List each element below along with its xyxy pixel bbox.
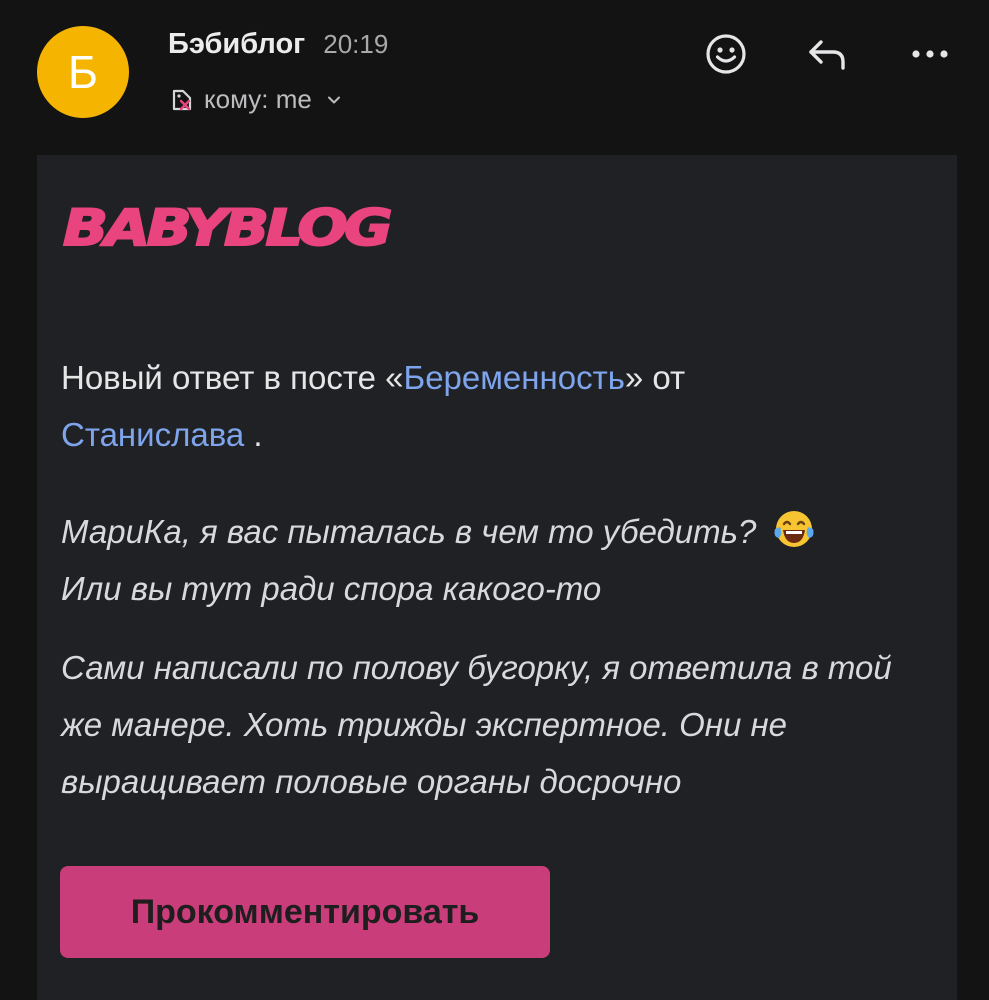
quote-line-1: МариКа, я вас пыталась в чем то убедить? [61, 513, 757, 550]
more-icon[interactable] [908, 32, 952, 76]
reply-quote-paragraph-1: МариКа, я вас пыталась в чем то убедить?… [61, 503, 931, 617]
notice-prefix: Новый ответ в посте « [61, 359, 404, 396]
reply-quote-paragraph-2: Сами написали по полову бугорку, я ответ… [61, 649, 892, 800]
sender-row: Бэбиблог 20:19 [168, 28, 388, 61]
email-view: Б Бэбиблог 20:19 кому: me BABYBLOG Новый… [0, 0, 989, 1000]
recipient-details-toggle[interactable]: кому: me [170, 84, 342, 115]
message-time: 20:19 [323, 29, 389, 59]
post-link[interactable]: Беременность [404, 359, 625, 396]
sender-avatar[interactable]: Б [37, 26, 129, 118]
reply-icon[interactable] [805, 32, 849, 76]
babyblog-logo: BABYBLOG [62, 201, 393, 253]
email-body-card: BABYBLOG Новый ответ в посте «Беременнос… [37, 155, 957, 1000]
notification-text: Новый ответ в посте «Беременность» от Ст… [61, 349, 911, 463]
author-link[interactable]: Станислава [61, 416, 244, 453]
sender-name[interactable]: Бэбиблог [168, 28, 305, 61]
notice-suffix: . [244, 416, 263, 453]
avatar-letter: Б [67, 46, 99, 98]
comment-button[interactable]: Прокомментировать [60, 866, 550, 958]
laughing-tears-emoji-icon [774, 511, 814, 547]
quote-line-2: Или вы тут ради спора какого-то [61, 570, 602, 607]
chevron-down-icon [327, 96, 340, 103]
recipient-text: кому: me [204, 84, 312, 114]
label-tag-icon [172, 89, 192, 110]
notice-middle: » от [624, 359, 686, 396]
logo-text: BABYBLOG [63, 201, 390, 253]
smile-icon[interactable] [704, 32, 748, 76]
